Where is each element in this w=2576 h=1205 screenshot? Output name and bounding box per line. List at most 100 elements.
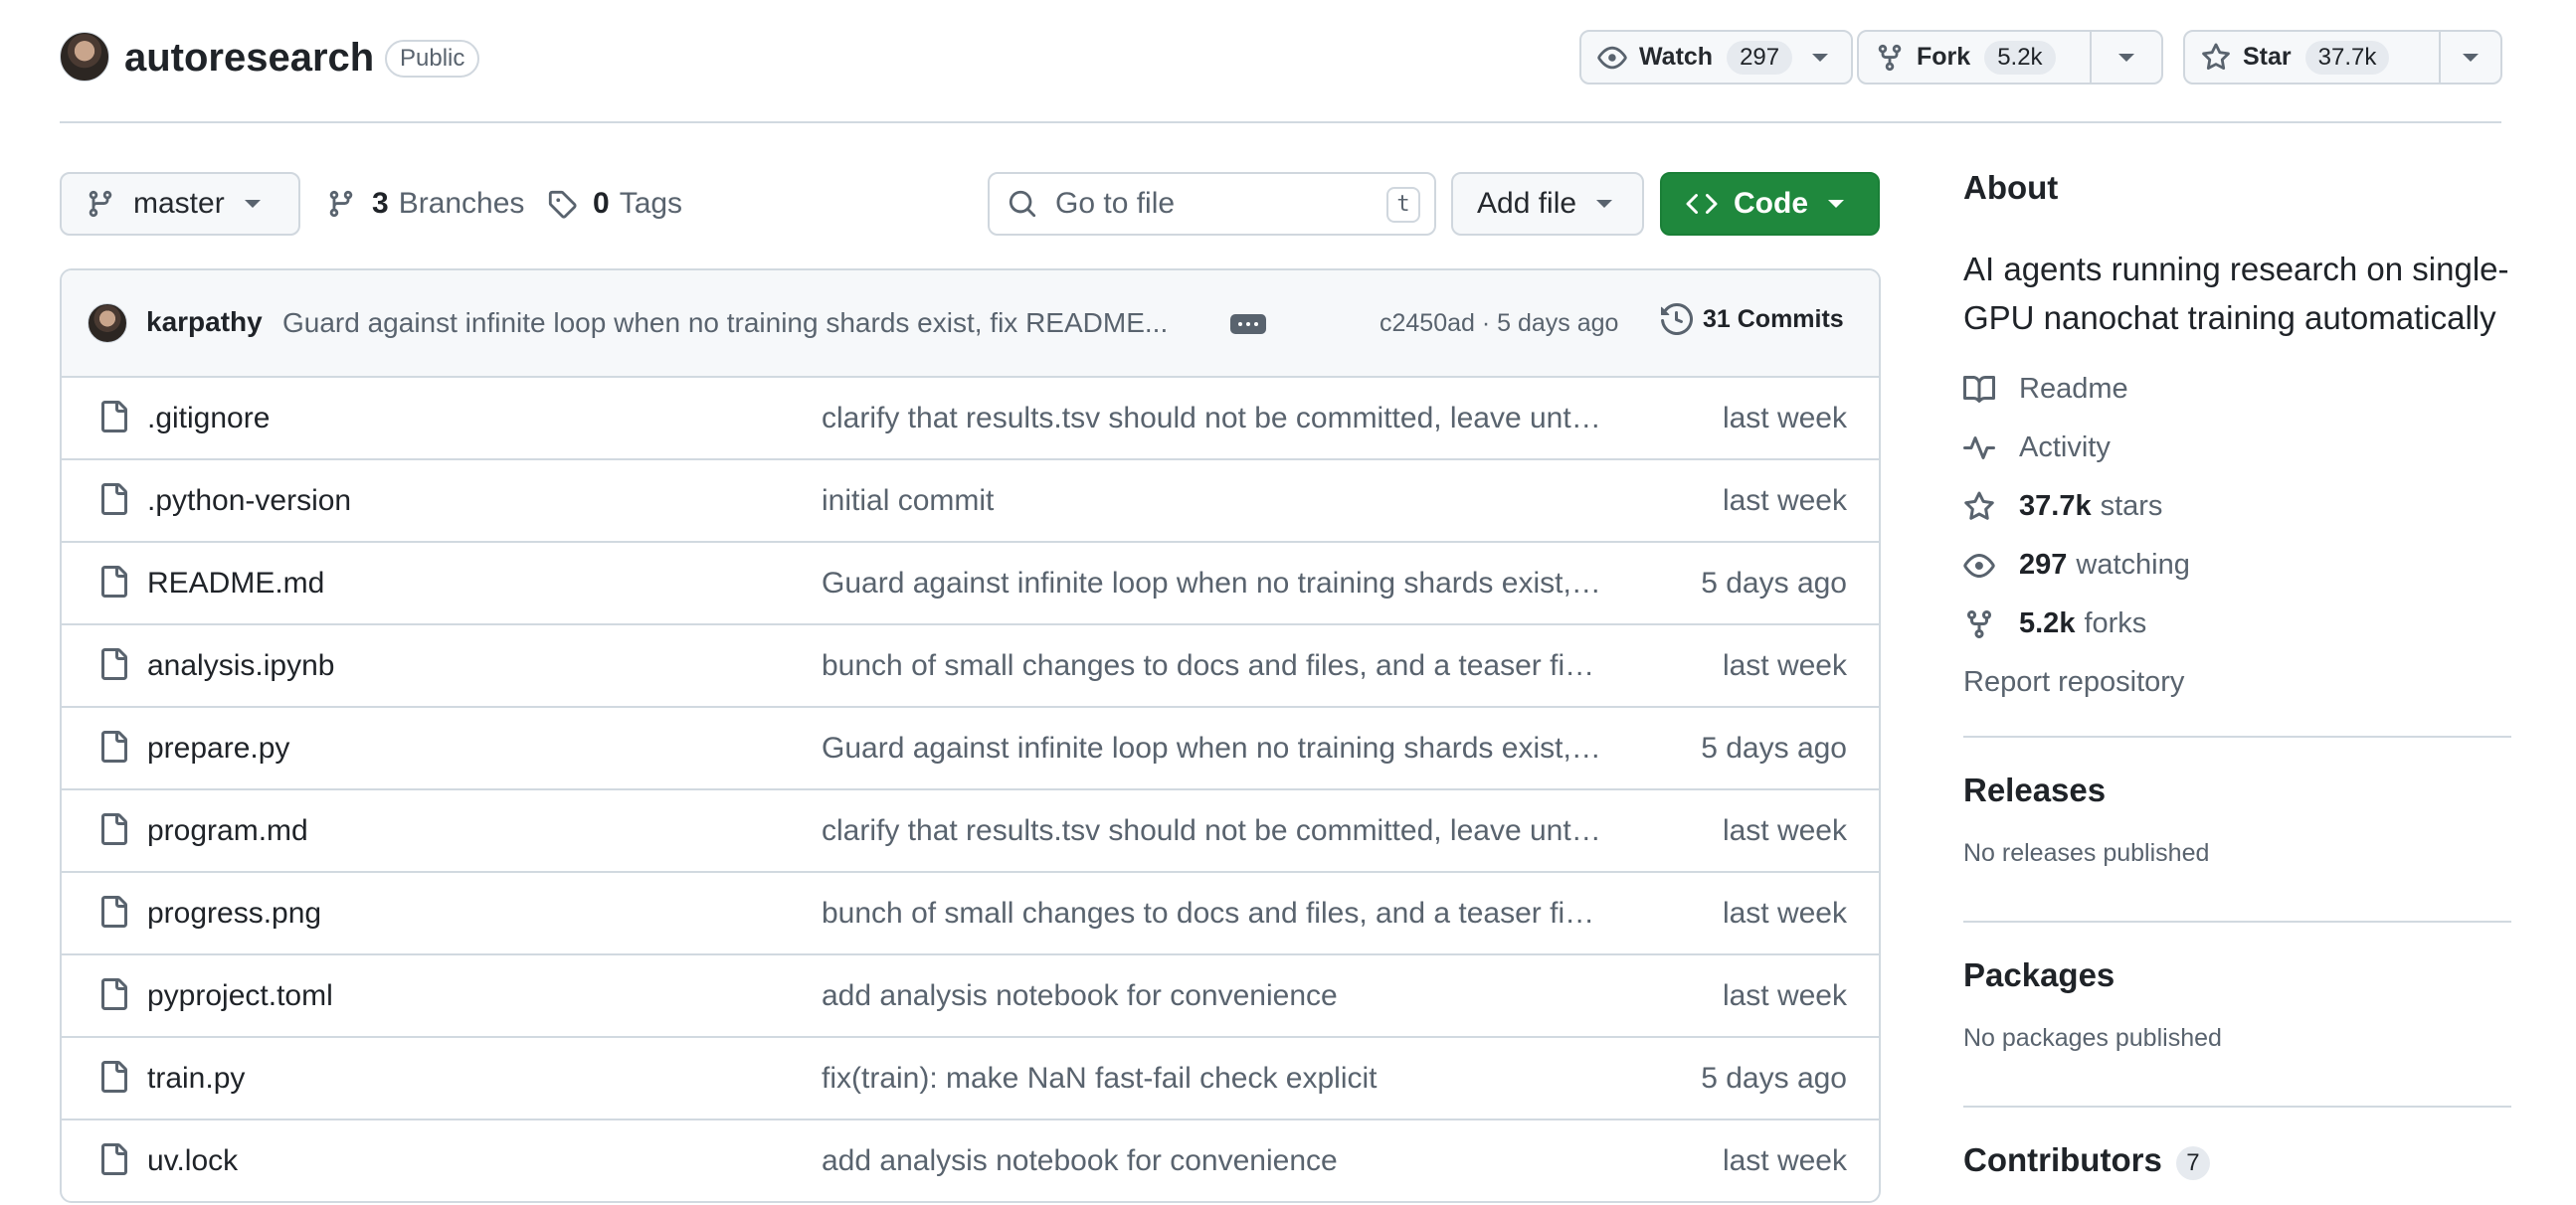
file-commit-message[interactable]: bunch of small changes to docs and files… [822,649,1607,683]
star-button[interactable]: Star 37.7k [2183,30,2502,85]
file-commit-message[interactable]: Guard against infinite loop when no trai… [822,732,1607,766]
commits-link[interactable]: 31 Commits [1661,303,1844,335]
search-icon [1008,189,1037,219]
commits-count: 31 Commits [1703,304,1844,333]
star-icon [2201,42,2231,73]
contributors-count: 7 [2176,1145,2211,1180]
file-name[interactable]: README.md [147,567,324,601]
file-name[interactable]: .python-version [147,484,351,518]
code-label: Code [1734,187,1808,220]
search-placeholder: Go to file [1055,187,1176,220]
ellipsis-icon[interactable] [1230,314,1266,334]
go-to-file-input[interactable]: Go to file t [988,172,1436,236]
readme-link[interactable]: Readme [1963,360,2511,419]
file-commit-message[interactable]: add analysis notebook for convenience [822,979,1607,1013]
star-count: 37.7k [2304,40,2390,75]
repo-name[interactable]: autoresearch [124,30,374,86]
file-name[interactable]: pyproject.toml [147,979,333,1013]
packages-note: No packages published [1963,1024,2222,1052]
commit-author-avatar[interactable] [88,303,127,343]
fork-dropdown[interactable] [2090,32,2161,83]
tags-count: 0 [593,187,610,220]
pulse-icon [1963,432,1997,464]
file-commit-message[interactable]: clarify that results.tsv should not be c… [822,402,1607,435]
file-commit-message[interactable]: fix(train): make NaN fast-fail check exp… [822,1062,1607,1096]
file-icon [97,648,129,680]
file-name[interactable]: uv.lock [147,1144,238,1178]
star-dropdown[interactable] [2439,32,2500,83]
file-commit-message[interactable]: bunch of small changes to docs and files… [822,897,1607,931]
file-commit-date: last week [1722,897,1847,930]
eye-icon [1963,550,1997,582]
report-label: Report repository [1963,666,2185,698]
file-row[interactable]: uv.lock add analysis notebook for conveni… [62,1120,1879,1201]
file-icon [97,401,129,432]
releases-heading[interactable]: Releases [1963,772,2511,809]
tags-link[interactable]: 0 Tags [547,179,682,229]
star-label: Star [2243,43,2292,71]
file-commit-message[interactable]: initial commit [822,484,1607,518]
file-commit-date: last week [1722,484,1847,517]
tag-icon [547,189,577,219]
watching-link[interactable]: 297 watching [1963,536,2511,595]
file-name[interactable]: train.py [147,1062,245,1096]
forks-link[interactable]: 5.2k forks [1963,595,2511,653]
branch-select-button[interactable]: master [60,172,300,236]
file-icon [97,813,129,845]
activity-link[interactable]: Activity [1963,419,2511,477]
file-name[interactable]: prepare.py [147,732,289,766]
packages-heading[interactable]: Packages [1963,956,2511,994]
commit-message[interactable]: Guard against infinite loop when no trai… [282,307,1168,339]
file-row[interactable]: train.py fix(train): make NaN fast-fail c… [62,1038,1879,1120]
eye-icon [1597,43,1627,73]
tags-label: Tags [619,187,683,220]
file-row[interactable]: progress.png bunch of small changes to do… [62,873,1879,955]
latest-commit-bar: karpathy Guard against infinite loop whe… [62,270,1879,378]
fork-label: Fork [1917,43,1971,71]
file-commit-date: 5 days ago [1701,567,1847,600]
stars-link[interactable]: 37.7k stars [1963,477,2511,536]
file-row[interactable]: .python-version initial commit last week [62,460,1879,543]
watching-label: watching [2076,549,2190,581]
chevron-down-icon [2118,53,2134,62]
add-file-button[interactable]: Add file [1451,172,1644,236]
file-browser: karpathy Guard against infinite loop whe… [60,268,1881,1203]
sidebar: About AI agents running research on sing… [1963,169,2511,1184]
commit-author[interactable]: karpathy [146,306,263,338]
branches-count: 3 [372,187,389,220]
file-commit-date: last week [1722,649,1847,682]
watch-button[interactable]: Watch 297 [1579,30,1853,85]
fork-button[interactable]: Fork 5.2k [1857,30,2163,85]
fork-count: 5.2k [1984,40,2056,75]
watch-count: 297 [1727,40,1793,75]
readme-label: Readme [2019,373,2128,405]
file-row[interactable]: .gitignore clarify that results.tsv shoul… [62,378,1879,460]
file-name[interactable]: .gitignore [147,402,270,435]
chevron-down-icon [1828,200,1844,208]
file-name[interactable]: progress.png [147,897,321,931]
file-row[interactable]: prepare.py Guard against infinite loop wh… [62,708,1879,790]
code-icon [1686,188,1718,220]
file-icon [97,1143,129,1175]
file-row[interactable]: program.md clarify that results.tsv shoul… [62,790,1879,873]
file-commit-message[interactable]: clarify that results.tsv should not be c… [822,814,1607,848]
file-commit-date: 5 days ago [1701,1062,1847,1095]
file-commit-date: last week [1722,814,1847,847]
file-icon [97,731,129,763]
code-button[interactable]: Code [1660,172,1880,236]
file-row[interactable]: analysis.ipynb bunch of small changes to … [62,625,1879,708]
commit-meta[interactable]: c2450ad · 5 days ago [1380,309,1618,338]
file-commit-message[interactable]: Guard against infinite loop when no trai… [822,567,1607,601]
file-commit-message[interactable]: add analysis notebook for convenience [822,1144,1607,1178]
file-row[interactable]: README.md Guard against infinite loop whe… [62,543,1879,625]
file-name[interactable]: analysis.ipynb [147,649,334,683]
contributors-heading[interactable]: Contributors [1963,1141,2162,1178]
file-name[interactable]: program.md [147,814,308,848]
git-branch-icon [326,189,356,219]
report-repository-link[interactable]: Report repository [1963,653,2511,712]
file-row[interactable]: pyproject.toml add analysis notebook for … [62,955,1879,1038]
branches-link[interactable]: 3 Branches [326,179,524,229]
add-file-label: Add file [1477,187,1577,220]
header-divider [60,121,2501,123]
owner-avatar[interactable] [60,32,109,82]
